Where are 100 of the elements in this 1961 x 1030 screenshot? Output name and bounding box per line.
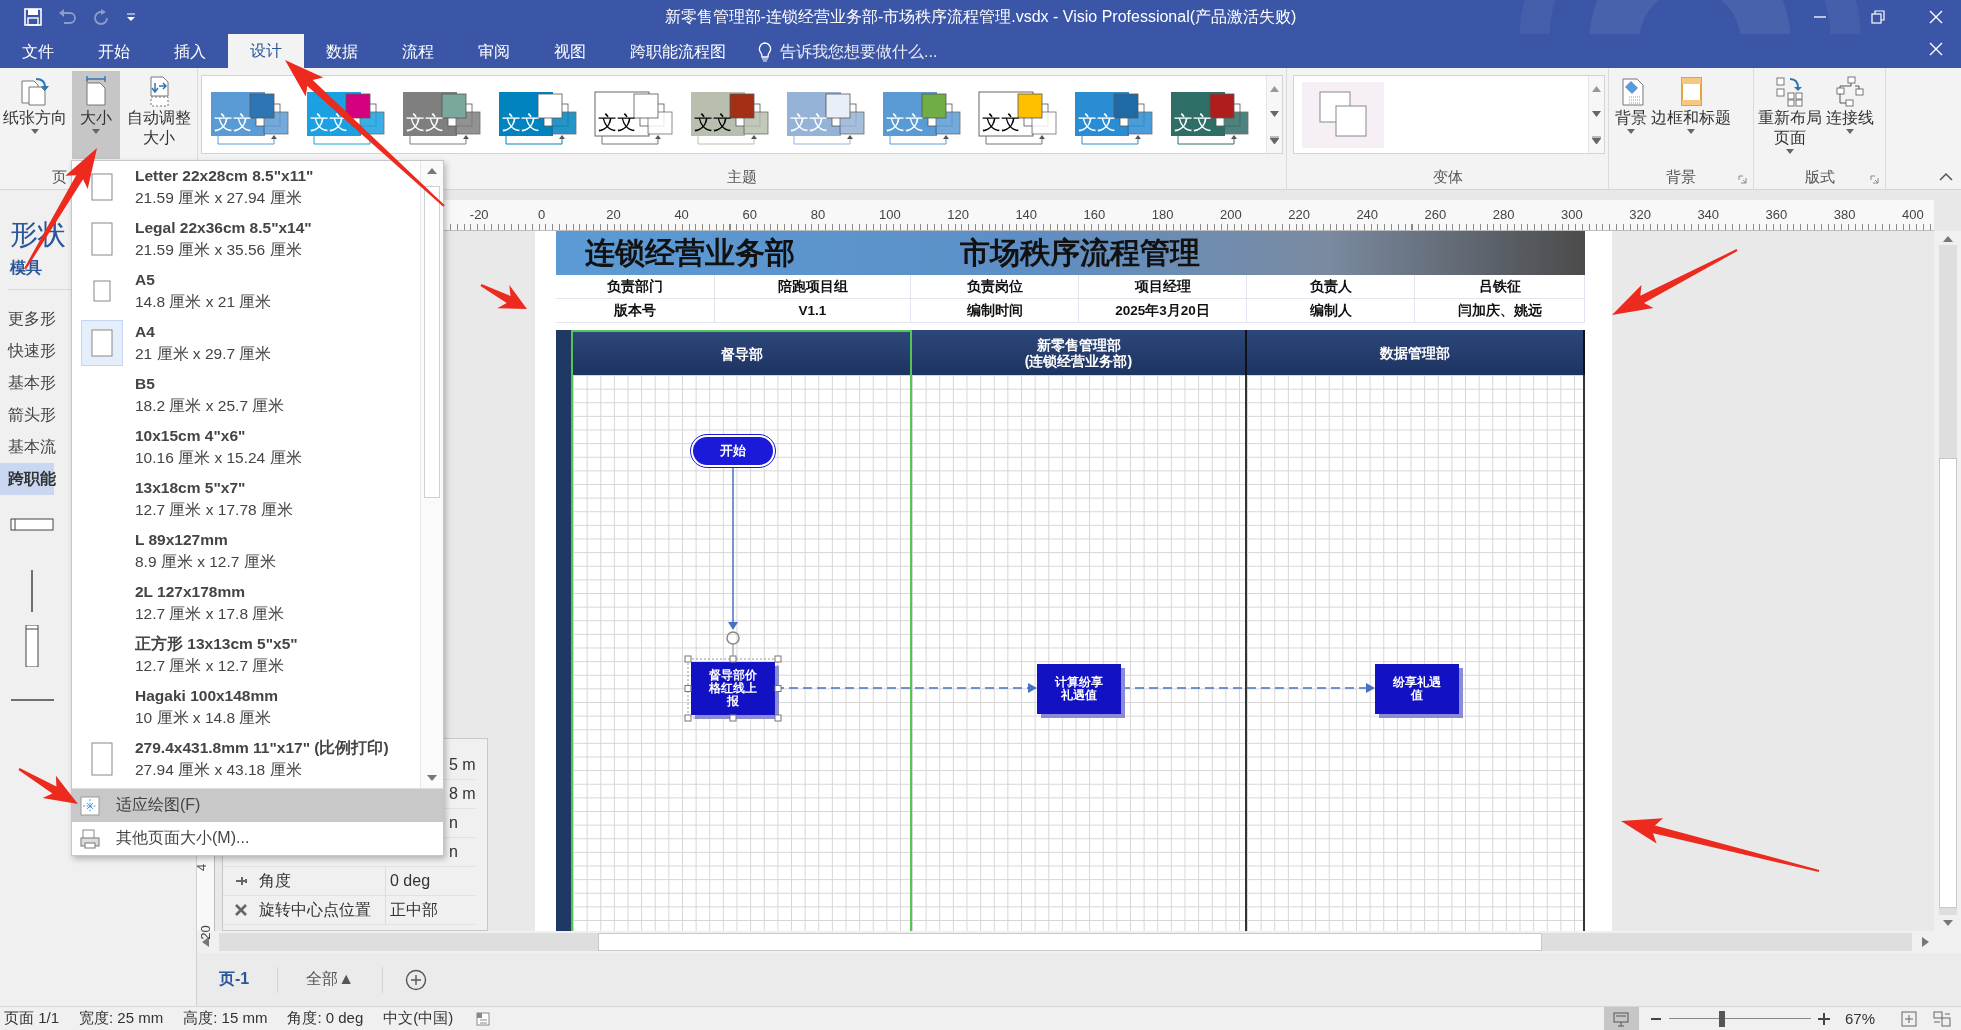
scroll-up-icon[interactable] [1270, 85, 1279, 92]
page-size-option[interactable]: A4 21 厘米 x 29.7 厘米 [72, 317, 420, 369]
ribbon-tab[interactable]: 视图 [532, 36, 608, 68]
caret-icon[interactable] [1846, 129, 1854, 134]
ribbon-tab[interactable]: 审阅 [456, 36, 532, 68]
property-value[interactable]: 0 deg [385, 867, 475, 895]
ribbon-tab[interactable]: 插入 [152, 36, 228, 68]
page-size-option[interactable]: Hagaki 100x148mm 10 厘米 x 14.8 厘米 [72, 681, 420, 733]
lane-header[interactable]: 督导部 [571, 330, 912, 375]
theme-thumbnail[interactable]: 文文 [978, 82, 1059, 146]
scrollbar[interactable] [1934, 231, 1961, 931]
close-icon[interactable] [1929, 10, 1943, 24]
swimlane[interactable] [571, 375, 912, 931]
restore-icon[interactable] [1871, 10, 1885, 24]
theme-thumbnail[interactable]: 文文 [498, 82, 579, 146]
stencil-category[interactable]: 跨职能 [0, 463, 54, 495]
theme-thumbnail[interactable]: 文文 [1170, 82, 1251, 146]
ribbon-tab[interactable]: 开始 [76, 36, 152, 68]
more-icon[interactable] [1270, 135, 1279, 144]
undo-icon[interactable] [58, 9, 76, 25]
zoom-percent[interactable]: 67% [1844, 1010, 1875, 1027]
caret-icon[interactable] [1786, 149, 1794, 154]
stencil-category[interactable]: 箭头形 [0, 399, 54, 431]
stencil-category[interactable]: 更多形 [0, 303, 54, 335]
scroll-down-icon[interactable] [1592, 110, 1601, 117]
page-size-option[interactable]: A5 14.8 厘米 x 21 厘米 [72, 265, 420, 317]
fit-page-icon[interactable] [1901, 1010, 1917, 1027]
page-size-option[interactable]: 正方形 13x13cm 5"x5" 12.7 厘米 x 12.7 厘米 [72, 629, 420, 681]
close-icon[interactable] [1929, 42, 1943, 56]
start-shape[interactable]: 开始 [691, 435, 775, 467]
caret-icon[interactable] [1627, 129, 1635, 134]
presentation-mode-button[interactable] [1603, 1006, 1639, 1030]
ribbon-button[interactable]: 重新布局 页面 [1756, 71, 1824, 159]
ribbon-button[interactable]: 背景 [1613, 71, 1649, 159]
save-icon[interactable] [24, 8, 42, 26]
page-size-option[interactable]: 10x15cm 4"x6" 10.16 厘米 x 15.24 厘米 [72, 421, 420, 473]
menu-item[interactable]: 适应绘图(F) [72, 789, 443, 823]
swimlane[interactable] [912, 375, 1247, 931]
dialog-launcher-icon[interactable] [1738, 175, 1747, 184]
lane-header[interactable]: 新零售管理部 (连锁经营业务部) [912, 330, 1247, 375]
page-size-option[interactable]: 279.4x431.8mm 11"x17" (比例打印) 27.94 厘米 x 43.18 厘米 [72, 733, 420, 785]
stencil-tab[interactable]: 模具 [10, 257, 42, 279]
page-size-option[interactable]: B5 18.2 厘米 x 25.7 厘米 [72, 369, 420, 421]
ribbon-button[interactable]: 自动调整 大小 [122, 71, 196, 159]
ribbon-tab[interactable]: 跨职能流程图 [608, 36, 748, 68]
swimlane[interactable] [1247, 375, 1585, 931]
caret-icon[interactable] [1687, 129, 1695, 134]
theme-thumbnail[interactable]: 文文 [690, 82, 771, 146]
switch-windows-icon[interactable] [1933, 1010, 1951, 1027]
ribbon-button[interactable]: 纸张方向 [0, 71, 70, 159]
collapse-ribbon-icon[interactable] [1939, 172, 1953, 181]
scrollbar-thumb[interactable] [598, 933, 1542, 951]
theme-thumbnail[interactable]: 文文 [1074, 82, 1155, 146]
macro-icon[interactable] [475, 1010, 492, 1027]
caret-icon[interactable] [31, 129, 39, 134]
theme-thumbnail[interactable]: 文文 [402, 82, 483, 146]
scrollbar-thumb[interactable] [424, 186, 440, 498]
ribbon-button[interactable]: 大小 [72, 71, 120, 159]
caret-icon[interactable] [92, 129, 100, 134]
stencil-category[interactable]: 快速形 [0, 335, 54, 367]
variant-thumbnail[interactable] [1302, 82, 1384, 148]
ribbon-tab[interactable]: 设计 [228, 34, 304, 68]
redo-icon[interactable] [92, 9, 110, 25]
more-icon[interactable] [1592, 135, 1601, 144]
page-size-option[interactable]: 13x18cm 5"x7" 12.7 厘米 x 17.78 厘米 [72, 473, 420, 525]
property-value: 5 m [449, 756, 476, 774]
scrollbar-thumb[interactable] [1938, 458, 1957, 908]
page-size-option[interactable]: 2L 127x178mm 12.7 厘米 x 17.8 厘米 [72, 577, 420, 629]
page-tab[interactable]: 页-1 [207, 965, 262, 994]
status-text: 高度: 15 mm [182, 1009, 268, 1028]
ruler-number: 360 [1765, 207, 1788, 222]
stencil-category[interactable]: 基本流 [0, 431, 54, 463]
ribbon-tab[interactable]: 数据 [304, 36, 380, 68]
scroll-up-icon[interactable] [1592, 85, 1601, 92]
property-value[interactable]: 正中部 [385, 896, 475, 924]
ribbon-tab[interactable]: 文件 [0, 36, 76, 68]
scroll-down-icon[interactable] [1942, 920, 1953, 926]
zoom-in-icon[interactable] [1816, 1011, 1831, 1026]
stencil-category[interactable]: 基本形 [0, 367, 54, 399]
ribbon-tab[interactable]: 流程 [380, 36, 456, 68]
scroll-down-icon[interactable] [1270, 110, 1279, 117]
ribbon-button[interactable]: 连接线 [1824, 71, 1876, 159]
ruler-number: 20 [197, 925, 213, 940]
menu-item[interactable]: 其他页面大小(M)... [72, 822, 443, 855]
ribbon-button[interactable]: 边框和标题 [1649, 71, 1733, 159]
page-size-option[interactable]: Letter 22x28cm 8.5"x11" 21.59 厘米 x 27.94 厘米 [72, 161, 420, 213]
tell-me-field[interactable]: 告诉我您想要做什么... [778, 42, 1012, 62]
window-title: 新零售管理部-连锁经营业务部-市场秩序流程管理.vsdx - Visio Professional(产品激活失败) [664, 6, 1297, 27]
customize-icon[interactable] [126, 12, 136, 22]
selection-frame[interactable] [684, 631, 782, 722]
scroll-up-icon[interactable] [1942, 236, 1953, 242]
page-tab[interactable]: 全部▲ [294, 965, 367, 994]
page-size-option[interactable]: L 89x127mm 8.9 厘米 x 12.7 厘米 [72, 525, 420, 577]
theme-thumbnail[interactable]: 文文 [594, 82, 675, 146]
add-page-icon[interactable] [405, 968, 428, 991]
connector-arrow[interactable] [728, 467, 738, 630]
scrollbar[interactable] [420, 161, 443, 789]
dialog-launcher-icon[interactable] [1870, 175, 1879, 184]
page-size-option[interactable]: Legal 22x36cm 8.5"x14" 21.59 厘米 x 35.56 厘米 [72, 213, 420, 265]
lane-header[interactable]: 数据管理部 [1247, 330, 1585, 375]
